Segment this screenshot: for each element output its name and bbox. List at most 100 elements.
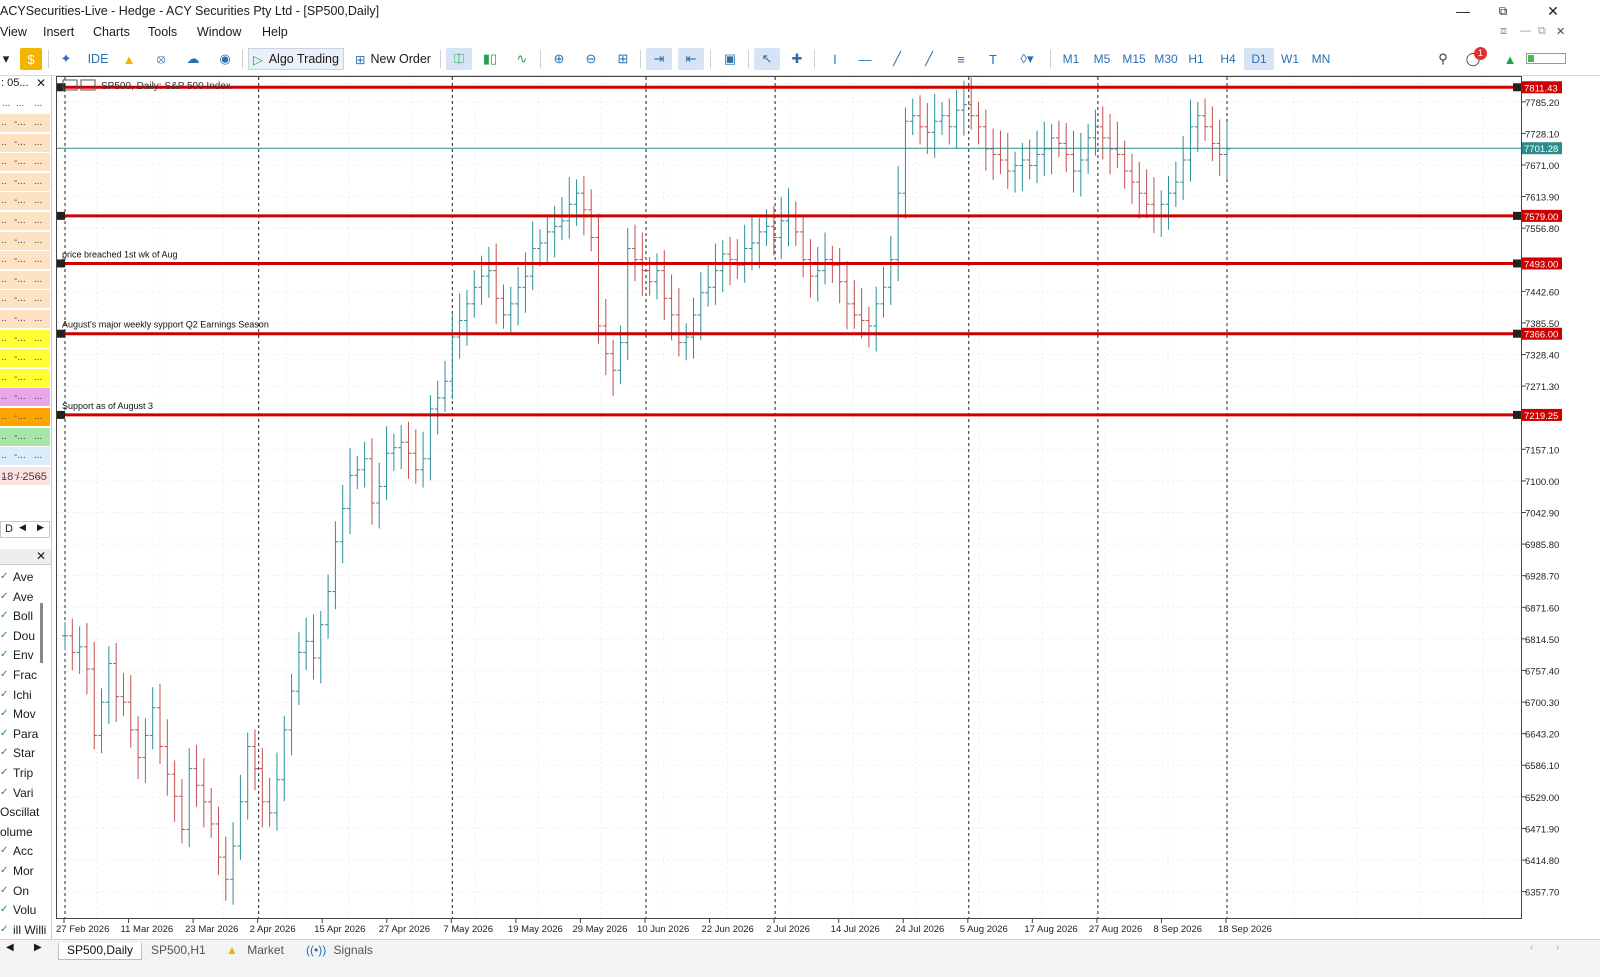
market-watch-row[interactable]: .. -...... [0, 349, 50, 369]
cursor-arrow-icon[interactable]: ↖ [754, 48, 780, 70]
timeframe-h1[interactable]: H1 [1181, 48, 1211, 70]
signals-icon[interactable]: ⦻ [150, 48, 172, 70]
navigator-item[interactable]: ✓ Vari [0, 784, 50, 803]
mdi-minimize-icon[interactable]: — [1520, 25, 1531, 37]
vertical-line-icon[interactable]: ǀ [824, 48, 846, 70]
restore-icon[interactable]: ⧉ [1480, 0, 1526, 22]
price-axis[interactable]: 7785.20 7728.10 7671.00 7613.90 7556.80 7442.… [1522, 76, 1600, 919]
horizontal-line-icon[interactable]: — [854, 48, 876, 70]
market-watch-row[interactable]: .. -...... [0, 212, 50, 231]
timeframe-h4[interactable]: H4 [1213, 48, 1243, 70]
mdi-link-icon[interactable]: ⧈ [1500, 25, 1507, 38]
shapes-icon[interactable]: ◊▾ [1010, 48, 1044, 70]
navigator-item[interactable]: ✓ Star [0, 744, 50, 763]
search-icon[interactable]: ⚲ [1432, 48, 1454, 70]
tabs-scroll-left-icon[interactable]: ◀ [6, 942, 14, 953]
navigator-item[interactable]: ✓ Frac [0, 666, 50, 685]
navigator-item[interactable]: ✓ On [0, 882, 50, 901]
navigator-item[interactable]: ✓ Ave [0, 568, 50, 587]
market-watch-row[interactable]: .. -...... [0, 114, 50, 133]
price-chart[interactable]: SP500, Daily: S&P 500 Index price breache… [57, 77, 1521, 918]
tabs-nav-next-icon[interactable]: › [1556, 942, 1559, 953]
timeframe-m15[interactable]: M15 [1118, 48, 1150, 70]
zoom-out-icon[interactable]: ⊖ [580, 48, 602, 70]
tabs-scroll-right-icon[interactable]: ▶ [34, 942, 42, 953]
time-axis[interactable]: 27 Feb 2026 11 Mar 2026 23 Mar 2026 2 Apr 2… [56, 919, 1522, 939]
tab-market[interactable]: ▲ Market [218, 943, 292, 960]
menu-charts[interactable]: Charts [93, 25, 130, 39]
trendline-icon[interactable]: ╱ [886, 48, 908, 70]
text-tool-icon[interactable]: T [982, 48, 1004, 70]
navigator-item[interactable]: ✓ Ichi [0, 686, 50, 705]
timeframe-m1[interactable]: M1 [1056, 48, 1086, 70]
market-watch-row[interactable]: .. -...... [0, 153, 50, 173]
fibonacci-icon[interactable]: ≡ [950, 48, 972, 70]
market-watch-row[interactable]: .. -...... [0, 251, 50, 271]
ide-button[interactable]: IDE [84, 48, 112, 70]
navigator-item[interactable]: Oscillat [0, 803, 50, 822]
autoscroll-icon[interactable]: ⇥ [646, 48, 672, 70]
market-watch-row[interactable]: .. -...... [0, 133, 50, 153]
navigator-item[interactable]: ✓ Mor [0, 862, 50, 881]
market-watch-close-icon[interactable]: ✕ [36, 76, 46, 90]
market-watch-row[interactable]: .. -...... [0, 310, 50, 329]
navigator-item[interactable]: olume [0, 823, 50, 842]
menu-view[interactable]: View [0, 25, 27, 39]
market-watch-row[interactable]: .. -...... [0, 231, 50, 251]
market-watch-row[interactable]: .. -...... [0, 368, 50, 388]
bar-chart-icon[interactable]: ⎅ [446, 48, 472, 70]
mdi-close-icon[interactable]: ✕ [1556, 25, 1565, 38]
navigator-item[interactable]: ✓ Trip [0, 764, 50, 783]
tab-signals[interactable]: ((•)) Signals [298, 943, 381, 960]
timeframe-m5[interactable]: M5 [1087, 48, 1117, 70]
navigator-scrollbar[interactable] [40, 603, 43, 663]
menu-window[interactable]: Window [197, 25, 241, 39]
menu-help[interactable]: Help [262, 25, 288, 39]
chart-area[interactable]: SP500, Daily: S&P 500 Index price breache… [56, 76, 1522, 919]
market-watch-row[interactable]: .. -...... [0, 447, 50, 467]
timeframe-m30[interactable]: M30 [1150, 48, 1182, 70]
menu-tools[interactable]: Tools [148, 25, 177, 39]
tabs-nav-prev-icon[interactable]: ‹ [1530, 942, 1533, 953]
algo-trading-button[interactable]: ▷ Algo Trading [248, 48, 344, 70]
market-watch-row[interactable]: .. -...... [0, 427, 50, 447]
navigator-tab[interactable]: D [5, 523, 13, 535]
dollar-icon[interactable]: $ [20, 48, 42, 70]
vps-cloud-icon[interactable]: ☁ [182, 48, 204, 70]
market-watch-row[interactable]: .. -...... [0, 388, 50, 408]
menu-insert[interactable]: Insert [43, 25, 74, 39]
navigator-item[interactable]: ✓ Para [0, 725, 50, 744]
market-watch-row[interactable]: .. -...... [0, 270, 50, 290]
channel-icon[interactable]: ╱ [918, 48, 940, 70]
candlestick-icon[interactable]: ▮▯ [478, 48, 502, 70]
tile-windows-icon[interactable]: ⊞ [612, 48, 634, 70]
dropdown-arrow-icon[interactable]: ▾ [0, 48, 12, 70]
navigator-item[interactable]: ✓ Mov [0, 705, 50, 724]
market-watch-row[interactable]: .. -...... [0, 290, 50, 310]
wizard-star-icon[interactable]: ✦ [55, 48, 77, 70]
screenshot-camera-icon[interactable]: ▣ [718, 48, 742, 70]
tab-sp500-daily[interactable]: SP500,Daily [58, 943, 143, 960]
globe-icon[interactable]: ◉ [214, 48, 236, 70]
tab-sp500-h1[interactable]: SP500,H1 [143, 943, 214, 960]
chart-shift-icon[interactable]: ⇤ [678, 48, 704, 70]
navigator-item[interactable]: ✓ Volu [0, 901, 50, 920]
market-watch-row[interactable]: .. -...... [0, 329, 50, 349]
navigator-item[interactable]: ✓ Acc [0, 842, 50, 861]
mdi-restore-icon[interactable]: ⧉ [1538, 25, 1546, 38]
market-watch-row[interactable]: .. -...... [0, 172, 50, 192]
navigator-close-icon[interactable]: ✕ [36, 549, 46, 563]
crosshair-icon[interactable]: ✚ [786, 48, 808, 70]
new-order-button[interactable]: ⊞ New Order [352, 48, 434, 70]
market-watch-row[interactable]: .. -...... [0, 192, 50, 212]
timeframe-w1[interactable]: W1 [1275, 48, 1305, 70]
scroll-left-icon[interactable]: ◀ [19, 522, 26, 533]
timeframe-mn[interactable]: MN [1306, 48, 1336, 70]
line-chart-icon[interactable]: ∿ [510, 48, 534, 70]
market-watch-row[interactable]: .. -...... [0, 408, 50, 427]
timeframe-d1[interactable]: D1 [1244, 48, 1274, 70]
close-icon[interactable]: ✕ [1530, 0, 1576, 22]
market-bag-icon[interactable]: ▲ [118, 48, 140, 70]
zoom-in-icon[interactable]: ⊕ [548, 48, 570, 70]
scroll-right-icon[interactable]: ▶ [37, 522, 44, 533]
